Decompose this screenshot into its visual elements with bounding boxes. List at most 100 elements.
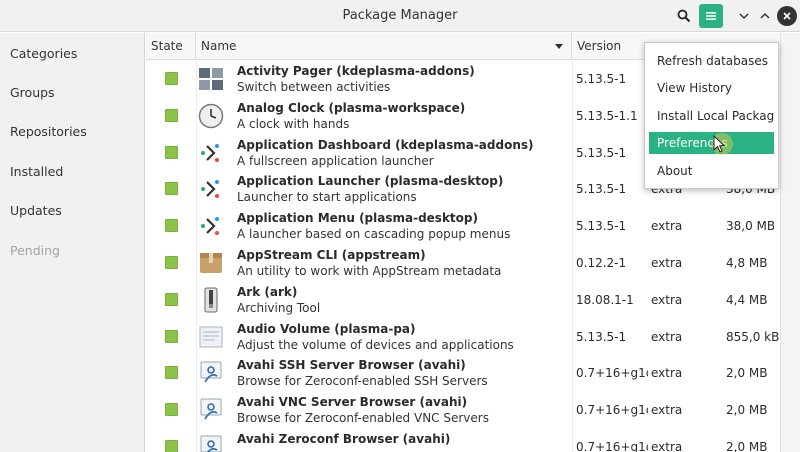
- installed-checkbox[interactable]: [165, 256, 178, 269]
- table-row[interactable]: Ark (ark) Archiving Tool 18.08.1-1 extra 4,4…: [146, 282, 780, 318]
- package-version: 0.7+16+g1cc2: [576, 440, 648, 452]
- package-description: Browse for Zeroconf-enabled VNC Servers: [237, 411, 489, 426]
- package-description: Archiving Tool: [237, 300, 321, 315]
- table-row[interactable]: AppStream CLI (appstream) An utility to w…: [146, 245, 780, 281]
- chevron-up-icon: [760, 12, 770, 19]
- package-description: A launcher based on cascading popup menu…: [237, 227, 511, 242]
- package-size: 4,8 MB: [726, 256, 768, 270]
- menu-item-refresh-databases[interactable]: Refresh databases: [649, 50, 774, 72]
- sidebar-item-installed[interactable]: Installed: [10, 164, 63, 179]
- package-version: 5.13.5-1: [576, 72, 627, 86]
- close-button[interactable]: [777, 6, 797, 26]
- hamburger-icon: [706, 12, 716, 20]
- menu-item-about[interactable]: About: [649, 160, 774, 182]
- package-version: 5.13.5-1: [576, 145, 627, 160]
- package-size: 4,4 MB: [726, 292, 768, 307]
- clock-icon: [198, 103, 224, 129]
- document-icon: [198, 324, 224, 350]
- table-row[interactable]: Application Menu (plasma-desktop) A launc…: [146, 208, 780, 244]
- launcher-icon: [198, 140, 224, 166]
- package-repository: extra: [651, 219, 683, 234]
- archive-icon: [198, 287, 224, 313]
- package-version: 0.7+16+g1cc2: [576, 403, 648, 418]
- table-row[interactable]: Avahi VNC Server Browser (avahi) Browse f…: [146, 392, 780, 428]
- sidebar-item-pending: Pending: [10, 243, 60, 258]
- table-row[interactable]: Avahi SSH Server Browser (avahi) Browse f…: [146, 355, 780, 391]
- installed-checkbox[interactable]: [165, 72, 178, 85]
- installed-checkbox[interactable]: [165, 329, 178, 343]
- package-repository: extra: [651, 440, 683, 452]
- close-icon: [783, 12, 791, 20]
- network-icon: [198, 434, 224, 452]
- package-name: AppStream CLI (appstream): [237, 248, 426, 262]
- package-name: Application Launcher (plasma-desktop): [237, 174, 504, 189]
- package-size: 2,0 MB: [726, 403, 768, 418]
- installed-checkbox[interactable]: [165, 182, 178, 196]
- package-name: Analog Clock (plasma-workspace): [237, 100, 466, 115]
- launcher-icon: [198, 213, 224, 239]
- package-size: 2,0 MB: [726, 366, 768, 381]
- installed-checkbox[interactable]: [165, 292, 178, 306]
- package-repository: extra: [651, 292, 683, 307]
- installed-checkbox[interactable]: [165, 366, 178, 380]
- installed-checkbox[interactable]: [165, 440, 178, 452]
- column-header-state[interactable]: State: [146, 33, 196, 60]
- sidebar-item-repositories[interactable]: Repositories: [10, 124, 87, 139]
- sidebar-item-updates[interactable]: Updates: [10, 203, 62, 218]
- package-icon: [198, 250, 224, 276]
- package-description: An utility to work with AppStream metada…: [237, 264, 502, 278]
- minimize-button[interactable]: [733, 5, 755, 27]
- package-description: Browse for Zeroconf-enabled SSH Servers: [237, 374, 488, 389]
- package-description: Switch between activities: [237, 80, 391, 94]
- table-row[interactable]: Avahi Zeroconf Browser (avahi) 0.7+16+g1c…: [146, 429, 780, 452]
- installed-checkbox[interactable]: [165, 403, 178, 417]
- title-bar: Package Manager: [0, 0, 800, 32]
- column-header-name-label: Name: [201, 39, 237, 53]
- chevron-down-icon: [739, 13, 749, 20]
- search-button[interactable]: [673, 5, 695, 27]
- package-name: Audio Volume (plasma-pa): [237, 321, 416, 336]
- installed-checkbox[interactable]: [165, 219, 178, 233]
- menu-item-install-local-packages[interactable]: Install Local Packages: [649, 105, 774, 127]
- network-icon: [198, 360, 224, 386]
- menu-item-view-history[interactable]: View History: [649, 77, 774, 99]
- maximize-button[interactable]: [754, 5, 776, 27]
- table-row[interactable]: Audio Volume (plasma-pa) Adjust the volum…: [146, 319, 780, 355]
- sidebar-item-categories[interactable]: Categories: [10, 46, 77, 61]
- package-name: Avahi VNC Server Browser (avahi): [237, 395, 468, 410]
- column-header-name[interactable]: Name: [196, 33, 572, 60]
- package-name: Activity Pager (kdeplasma-addons): [237, 64, 475, 78]
- package-repository: extra: [651, 329, 683, 344]
- package-name: Avahi SSH Server Browser (avahi): [237, 358, 466, 373]
- package-version: 0.7+16+g1cc2: [576, 366, 648, 381]
- package-version: 5.13.5-1: [576, 329, 627, 344]
- package-repository: extra: [651, 366, 683, 381]
- package-repository: extra: [651, 403, 683, 418]
- package-description: Adjust the volume of devices and applica…: [237, 337, 514, 352]
- mouse-cursor-icon: [711, 133, 733, 155]
- installed-checkbox[interactable]: [165, 108, 178, 122]
- package-size: 855,0 kB: [726, 329, 780, 344]
- vertical-scrollbar[interactable]: [780, 33, 800, 452]
- package-description: A clock with hands: [237, 116, 350, 131]
- package-version: 5.13.5-1.1: [576, 108, 638, 123]
- package-name: Avahi Zeroconf Browser (avahi): [237, 432, 451, 446]
- package-version: 18.08.1-1: [576, 292, 634, 307]
- package-name: Application Dashboard (kdeplasma-addons): [237, 137, 534, 152]
- main-menu-button[interactable]: [699, 4, 723, 28]
- sidebar: Categories Groups Repositories Installed…: [0, 33, 145, 452]
- package-version: 0.12.2-1: [576, 256, 627, 270]
- network-icon: [198, 397, 224, 423]
- installed-checkbox[interactable]: [165, 145, 178, 159]
- main-menu-popup: Refresh databases View History Install L…: [644, 42, 779, 189]
- package-size: 38,0 MB: [726, 219, 776, 234]
- sidebar-item-groups[interactable]: Groups: [10, 85, 55, 100]
- package-description: Launcher to start applications: [237, 190, 417, 205]
- pager-icon: [198, 66, 224, 92]
- package-version: 5.13.5-1: [576, 182, 627, 197]
- package-version: 5.13.5-1: [576, 219, 627, 234]
- package-name: Application Menu (plasma-desktop): [237, 211, 478, 226]
- sort-descending-icon: [555, 44, 563, 49]
- package-repository: extra: [651, 256, 683, 270]
- package-description: A fullscreen application launcher: [237, 153, 434, 168]
